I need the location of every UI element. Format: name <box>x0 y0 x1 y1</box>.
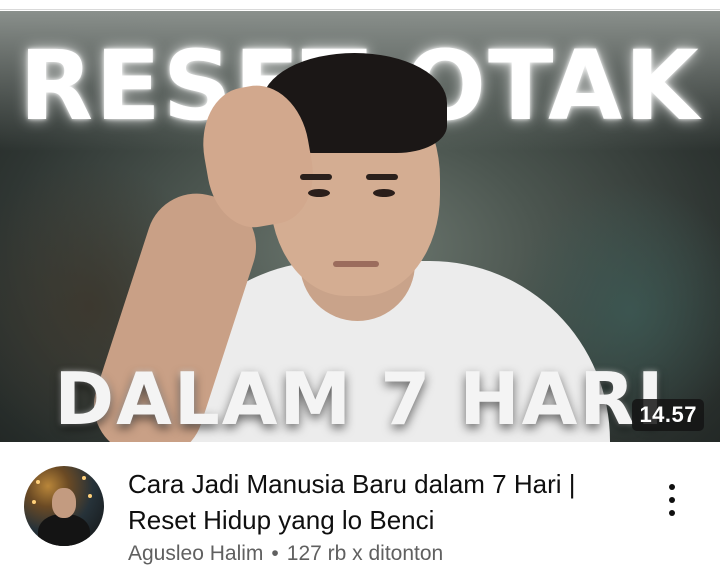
duration-badge: 14.57 <box>632 399 704 431</box>
top-divider <box>0 0 720 10</box>
person-brow <box>300 174 332 180</box>
video-thumbnail[interactable]: RESET OTAK DALAM 7 HARI 14.57 <box>0 11 720 442</box>
channel-name[interactable]: Agusleo Halim <box>128 542 263 565</box>
more-dot <box>669 510 675 516</box>
thumbnail-headline-bottom: DALAM 7 HARI <box>54 357 666 441</box>
more-dot <box>669 497 675 503</box>
more-dot <box>669 484 675 490</box>
person-eye <box>308 189 330 197</box>
avatar-bokeh <box>32 500 36 504</box>
video-title[interactable]: Cara Jadi Manusia Baru dalam 7 Hari | Re… <box>128 466 628 538</box>
video-meta: Cara Jadi Manusia Baru dalam 7 Hari | Re… <box>0 442 720 582</box>
avatar-face <box>52 488 76 518</box>
byline-separator: • <box>271 542 279 565</box>
view-count: 127 rb x ditonton <box>286 542 444 565</box>
avatar-bokeh <box>88 494 92 498</box>
video-byline: Agusleo Halim • 127 rb x ditonton <box>128 542 443 566</box>
person-brow <box>366 174 398 180</box>
more-vert-icon[interactable] <box>660 482 684 518</box>
avatar-bokeh <box>36 480 40 484</box>
person-eye <box>373 189 395 197</box>
channel-avatar[interactable] <box>24 466 104 546</box>
avatar-body <box>38 514 90 546</box>
avatar-bokeh <box>82 476 86 480</box>
person-mouth <box>333 261 379 267</box>
